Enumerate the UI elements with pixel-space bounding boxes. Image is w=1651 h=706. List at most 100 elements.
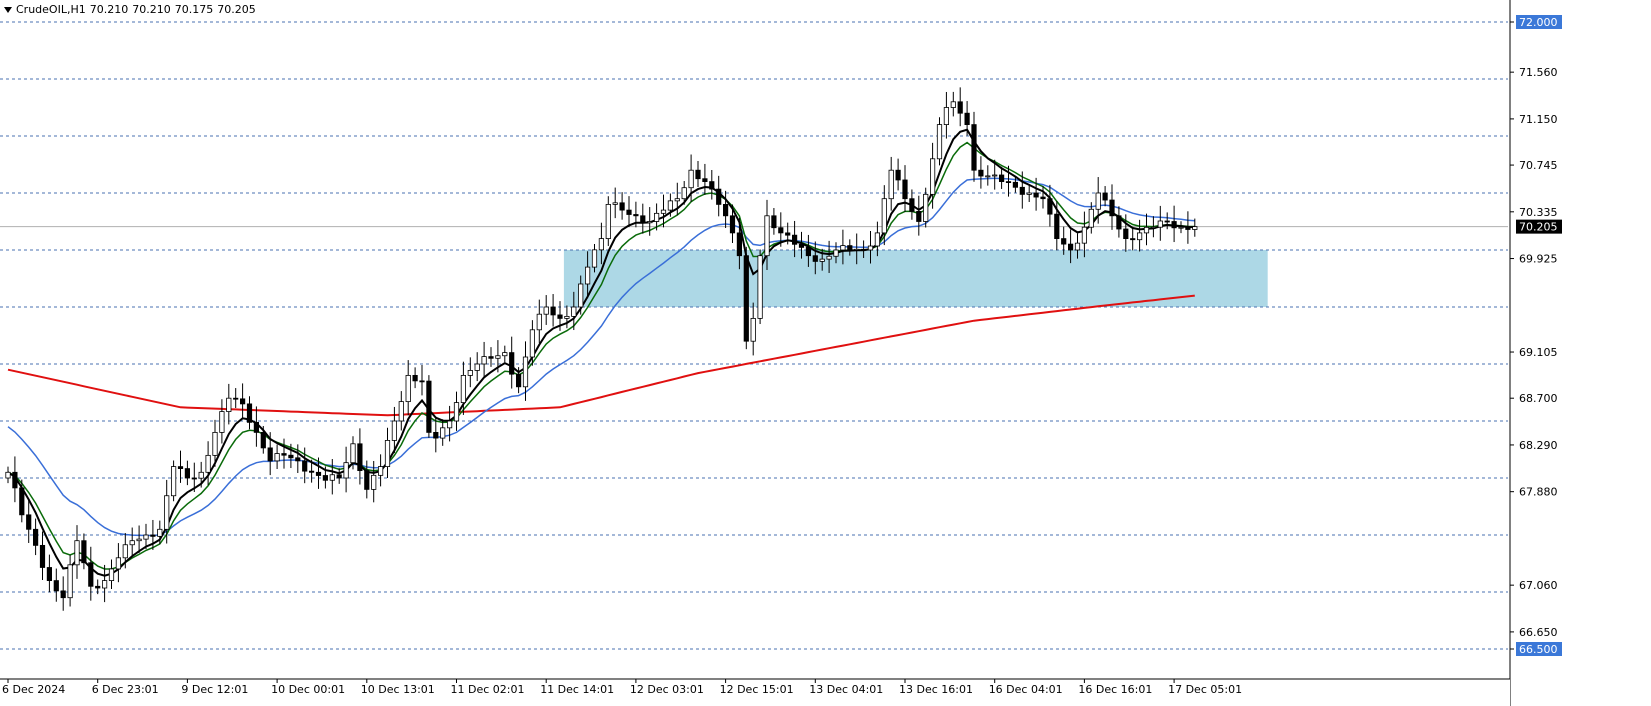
time-label: 10 Dec 13:01 (361, 683, 435, 696)
candle (26, 499, 32, 543)
candle (695, 160, 701, 188)
price-label: 68.290 (1519, 439, 1558, 452)
time-label: 6 Dec 2024 (2, 683, 65, 696)
candle-body (895, 169, 901, 181)
candle (743, 246, 749, 350)
time-label: 13 Dec 16:01 (899, 683, 973, 696)
candle-body (971, 124, 977, 171)
candle-body (585, 266, 591, 285)
candle-body (502, 352, 508, 357)
candle-body (233, 397, 239, 400)
candle-body (847, 245, 853, 251)
candle-body (536, 313, 542, 331)
candle (246, 396, 253, 430)
candle-body (936, 124, 943, 160)
time-label: 9 Dec 12:01 (181, 683, 248, 696)
price-label: 71.150 (1519, 113, 1558, 126)
ma-green-line (7, 141, 1195, 570)
candle-body (364, 470, 370, 490)
candle (164, 479, 170, 544)
candle (219, 399, 225, 444)
candle-body (957, 101, 963, 114)
ohlc-low: 70.175 (174, 3, 214, 16)
candle-body (350, 443, 356, 464)
time-label: 11 Dec 02:01 (451, 683, 525, 696)
candle-body (433, 431, 439, 439)
candle-body (488, 356, 494, 359)
candle-body (654, 212, 660, 222)
candle-body (308, 470, 315, 473)
candle (295, 444, 301, 474)
candle (909, 189, 915, 220)
candle-body (398, 401, 404, 422)
candle (440, 419, 446, 446)
candle-body (743, 255, 749, 342)
candle-body (909, 198, 915, 212)
candle-body (1012, 181, 1019, 188)
candle-body (426, 380, 432, 433)
dropdown-triangle-icon[interactable] (4, 7, 12, 13)
candle-body (46, 567, 53, 582)
candle (950, 91, 956, 117)
candle-body (792, 234, 798, 245)
candle-body (516, 373, 522, 388)
candle-body (1005, 181, 1012, 184)
candle (626, 196, 632, 228)
candle (329, 459, 335, 495)
candle (1040, 186, 1046, 209)
candle (343, 446, 349, 493)
symbol-info-bar[interactable]: CrudeOIL,H1 70.210 70.210 70.175 70.205 (4, 3, 260, 16)
candle (1178, 221, 1184, 234)
candle-body (1164, 220, 1170, 223)
candle-body (371, 474, 377, 490)
candle (46, 554, 53, 593)
candle-body (281, 453, 287, 456)
price-label: 67.060 (1519, 579, 1558, 592)
candle (985, 165, 991, 186)
candle-body (660, 209, 667, 214)
candle (426, 375, 432, 438)
candle-body (1185, 226, 1191, 230)
price-label: 69.105 (1519, 346, 1558, 359)
candle-body (1095, 192, 1101, 210)
candle (233, 388, 239, 408)
candle-body (1081, 226, 1087, 244)
candle-body (177, 466, 184, 469)
candle (771, 208, 777, 235)
candle-body (440, 427, 446, 439)
candle-body (357, 443, 363, 471)
chart-window[interactable]: 72.000 71.560 71.150 70.745 70.335 69.925 69.1… (0, 0, 1651, 706)
candle-body (626, 209, 632, 215)
candle-body (723, 203, 729, 217)
candle-body (557, 314, 563, 319)
candle (226, 383, 232, 425)
time-axis: 6 Dec 2024 6 Dec 23:01 9 Dec 12:01 10 Dec 0… (0, 678, 1510, 706)
candle-body (1033, 192, 1039, 198)
candle (930, 142, 936, 209)
candle-body (198, 471, 204, 479)
candle-body (964, 112, 970, 125)
candle (253, 406, 259, 447)
candle-body (736, 232, 743, 257)
candle (81, 533, 87, 570)
candle-body (757, 255, 763, 319)
candle-body (1116, 215, 1122, 230)
candle-body (212, 431, 218, 456)
candle-body (550, 306, 556, 316)
candle (481, 341, 487, 378)
candle (936, 117, 943, 166)
candle (509, 336, 515, 389)
candle-body (978, 169, 984, 177)
candle-body (1171, 221, 1177, 229)
candle (923, 187, 929, 228)
candle (716, 175, 722, 217)
candle-body (633, 214, 639, 217)
level-label: 72.000 (1519, 16, 1558, 29)
candle-body (239, 398, 246, 405)
price-chart[interactable]: 72.000 71.560 71.150 70.745 70.335 69.925 69.1… (0, 0, 1651, 706)
candle-body (702, 178, 708, 183)
candle-body (115, 557, 121, 570)
candle-body (916, 211, 922, 222)
candle (1137, 219, 1143, 252)
time-label: 10 Dec 00:01 (271, 683, 345, 696)
